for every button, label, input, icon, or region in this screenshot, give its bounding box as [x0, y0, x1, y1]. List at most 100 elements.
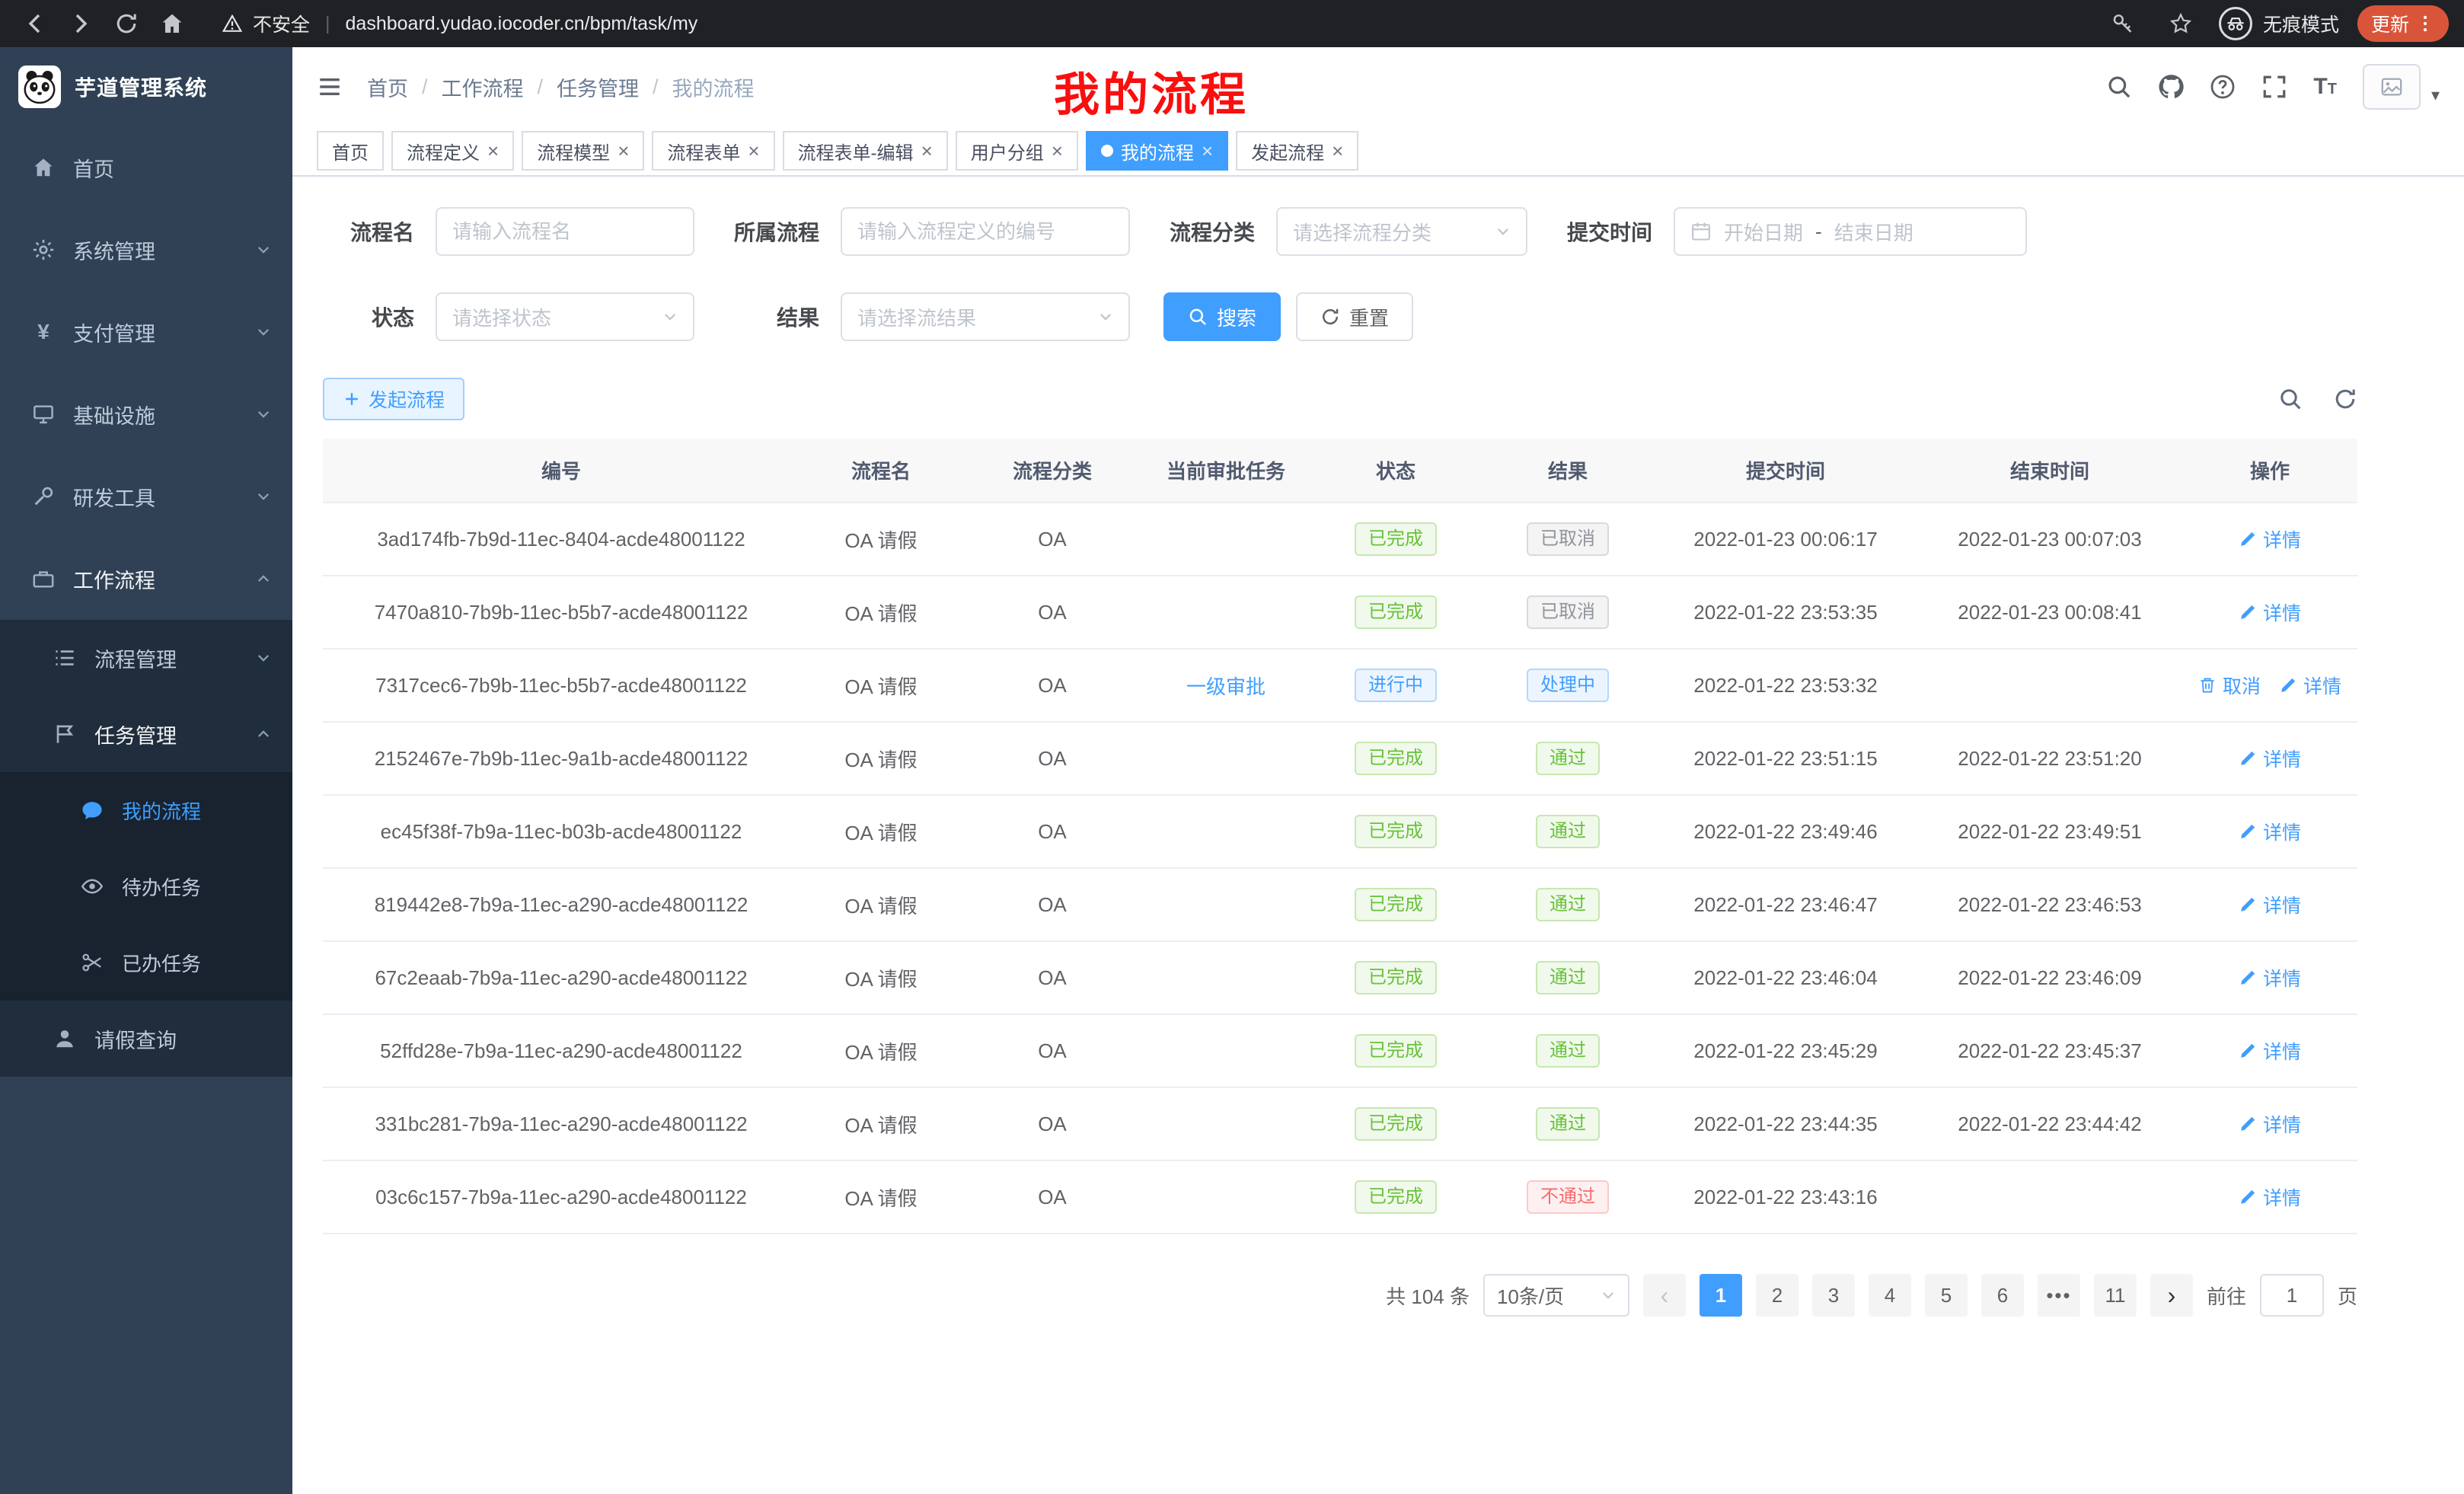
chevron-up-icon: [256, 571, 271, 586]
detail-action-link[interactable]: 详情: [2239, 525, 2301, 553]
sidebar-item-home[interactable]: 首页: [0, 126, 292, 209]
bookmark-star-icon[interactable]: [2161, 5, 2201, 42]
date-range-separator: -: [1815, 220, 1822, 244]
sidebar-item-infrastructure[interactable]: 基础设施: [0, 373, 292, 455]
url-text[interactable]: dashboard.yudao.iocoder.cn/bpm/task/my: [346, 13, 698, 35]
tab-close-icon[interactable]: ×: [748, 141, 759, 161]
infrastructure-icon: [30, 403, 56, 426]
tab-start-process[interactable]: 发起流程 ×: [1236, 131, 1358, 171]
tab-process-model[interactable]: 流程模型×: [522, 131, 644, 171]
chevron-down-icon: [256, 407, 271, 422]
tab-close-icon[interactable]: ×: [1332, 141, 1343, 161]
detail-action-link[interactable]: 详情: [2239, 599, 2301, 626]
result-select[interactable]: 请选择流结果: [841, 292, 1130, 341]
page-button-2[interactable]: 2: [1756, 1274, 1799, 1317]
detail-action-link[interactable]: 详情: [2239, 1037, 2301, 1065]
prev-page-button[interactable]: ‹: [1643, 1274, 1686, 1317]
tab-home[interactable]: 首页: [317, 131, 384, 171]
start-process-button[interactable]: 发起流程: [323, 378, 464, 420]
sidebar-item-my-process[interactable]: 我的流程: [0, 772, 292, 848]
browser-menu-dots-icon[interactable]: [2415, 14, 2435, 34]
cancel-action-link[interactable]: 取消: [2198, 672, 2261, 699]
tab-process-definition[interactable]: 流程定义×: [391, 131, 514, 171]
sidebar-item-done-tasks[interactable]: 已办任务: [0, 924, 292, 1001]
cell-end-time: 2022-01-23 00:08:41: [1917, 576, 2182, 649]
sidebar-item-todo-tasks[interactable]: 待办任务: [0, 848, 292, 924]
sidebar-item-label: 支付管理: [73, 318, 155, 347]
detail-action-link[interactable]: 详情: [2239, 1110, 2301, 1138]
refresh-table-icon[interactable]: [2333, 387, 2357, 411]
search-button[interactable]: 搜索: [1163, 292, 1281, 341]
fullscreen-icon[interactable]: [2261, 74, 2287, 100]
my-process-icon: [79, 799, 105, 822]
search-icon[interactable]: [2106, 74, 2132, 100]
cell-id: 03c6c157-7b9a-11ec-a290-acde48001122: [323, 1160, 800, 1234]
cell-result: 通过: [1482, 722, 1654, 795]
browser-home-icon[interactable]: [152, 5, 192, 42]
browser-update-button[interactable]: 更新: [2357, 5, 2449, 42]
avatar[interactable]: [2363, 64, 2421, 110]
detail-action-link[interactable]: 详情: [2239, 818, 2301, 845]
hamburger-icon[interactable]: [317, 74, 343, 100]
address-bar[interactable]: 不安全 | dashboard.yudao.iocoder.cn/bpm/tas…: [222, 10, 2097, 37]
page-button-11[interactable]: 11: [2094, 1274, 2137, 1317]
submit-time-range-picker[interactable]: 开始日期 - 结束日期: [1674, 207, 2027, 256]
forward-icon[interactable]: [61, 5, 101, 42]
tab-my-process[interactable]: 我的流程×: [1086, 131, 1228, 171]
sidebar-item-payment[interactable]: ¥支付管理: [0, 291, 292, 373]
current-task-link[interactable]: 一级审批: [1186, 675, 1266, 698]
detail-action-link[interactable]: 详情: [2239, 964, 2301, 991]
sidebar-item-system[interactable]: 系统管理: [0, 209, 292, 291]
tab-process-form-edit[interactable]: 流程表单-编辑×: [783, 131, 948, 171]
column-header: 状态: [1310, 439, 1482, 503]
toggle-search-icon[interactable]: [2278, 387, 2303, 411]
tab-close-icon[interactable]: ×: [487, 141, 499, 161]
font-size-icon[interactable]: TT: [2313, 75, 2337, 98]
tab-user-group[interactable]: 用户分组×: [956, 131, 1078, 171]
app-logo[interactable]: 芋道管理系统: [0, 47, 292, 126]
sidebar-item-leave-query[interactable]: 请假查询: [0, 1001, 292, 1077]
page-button-5[interactable]: 5: [1925, 1274, 1968, 1317]
detail-action-link[interactable]: 详情: [2239, 891, 2301, 918]
cell-actions: 详情: [2182, 795, 2357, 868]
detail-action-link[interactable]: 详情: [2279, 672, 2341, 699]
page-button-3[interactable]: 3: [1812, 1274, 1855, 1317]
security-label[interactable]: 不安全: [253, 10, 310, 37]
detail-action-link[interactable]: 详情: [2239, 745, 2301, 772]
detail-action-link[interactable]: 详情: [2239, 1183, 2301, 1211]
page-button-6[interactable]: 6: [1981, 1274, 2024, 1317]
breadcrumb-item[interactable]: 我的流程: [672, 72, 755, 102]
process-name-input[interactable]: [452, 220, 678, 244]
tab-label: 发起流程: [1251, 138, 1324, 164]
avatar-chevron-down-icon[interactable]: ▾: [2431, 85, 2440, 105]
breadcrumb-item[interactable]: 工作流程: [442, 72, 524, 102]
tab-close-icon[interactable]: ×: [921, 141, 933, 161]
github-icon[interactable]: [2158, 74, 2184, 100]
help-icon[interactable]: [2210, 74, 2236, 100]
page-size-select[interactable]: 10条/页: [1483, 1274, 1629, 1317]
tab-close-icon[interactable]: ×: [1052, 141, 1063, 161]
page-ellipsis-button[interactable]: •••: [2038, 1274, 2080, 1317]
key-icon[interactable]: [2103, 5, 2143, 42]
process-definition-input[interactable]: [857, 220, 1113, 244]
page-button-4[interactable]: 4: [1869, 1274, 1911, 1317]
sidebar-item-task-management[interactable]: 任务管理: [0, 696, 292, 772]
tab-close-icon[interactable]: ×: [1202, 141, 1213, 161]
tab-close-icon[interactable]: ×: [618, 141, 629, 161]
category-select[interactable]: 请选择流程分类: [1276, 207, 1527, 256]
goto-page-input[interactable]: [2260, 1274, 2324, 1317]
sidebar-item-devtools[interactable]: 研发工具: [0, 455, 292, 538]
reset-button[interactable]: 重置: [1296, 292, 1413, 341]
status-select[interactable]: 请选择状态: [436, 292, 694, 341]
sidebar: 芋道管理系统 首页系统管理¥支付管理基础设施研发工具工作流程流程管理任务管理我的…: [0, 47, 292, 1494]
next-page-button[interactable]: ›: [2150, 1274, 2193, 1317]
cell-result: 通过: [1482, 795, 1654, 868]
back-icon[interactable]: [15, 5, 55, 42]
page-button-1[interactable]: 1: [1700, 1274, 1742, 1317]
tab-process-form[interactable]: 流程表单×: [652, 131, 774, 171]
breadcrumb-item[interactable]: 任务管理: [557, 72, 639, 102]
reload-icon[interactable]: [107, 5, 146, 42]
breadcrumb-item[interactable]: 首页: [367, 72, 408, 102]
sidebar-item-process-management[interactable]: 流程管理: [0, 620, 292, 696]
sidebar-item-workflow[interactable]: 工作流程: [0, 538, 292, 620]
